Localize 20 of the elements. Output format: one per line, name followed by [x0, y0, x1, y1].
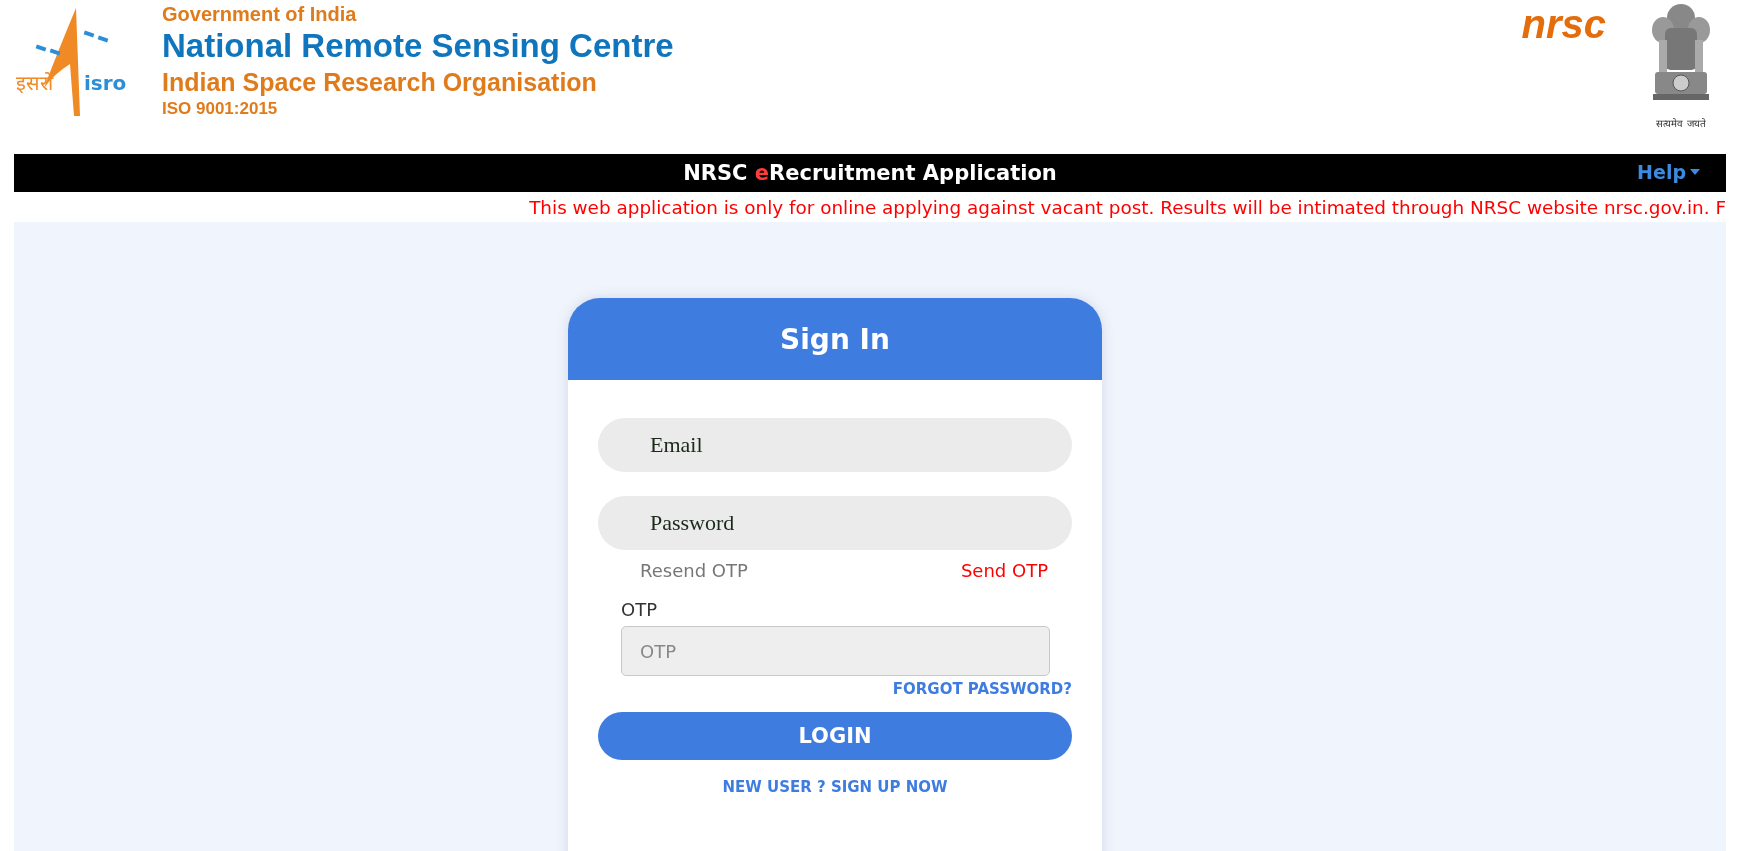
otp-field[interactable]: OTP	[621, 626, 1050, 676]
organisation-title: Indian Space Research Organisation	[162, 67, 598, 98]
forgot-password-link[interactable]: FORGOT PASSWORD?	[892, 680, 1072, 698]
app-title: NRSC eRecruitment Application	[683, 161, 1057, 185]
centre-title: National Remote Sensing Centre	[162, 26, 674, 66]
notice-text: This web application is only for online applying against vacant post. Results will be intimated through NRSC website nrsc.gov.in. F	[529, 196, 1726, 218]
certification-text: ISO 9001:2015	[162, 98, 279, 120]
otp-label: OTP	[621, 599, 659, 620]
login-button[interactable]: LOGIN	[598, 712, 1072, 760]
emblem-motto: सत्यमेव जयते	[1656, 117, 1706, 130]
government-title: Government of India	[162, 2, 358, 26]
send-otp-link[interactable]: Send OTP	[960, 560, 1048, 581]
password-field[interactable]: Password	[598, 496, 1072, 550]
card-title: Sign In	[568, 298, 1102, 380]
nrsc-logo: nrsc	[1521, 2, 1606, 46]
isro-logo: इसरो isro	[14, 4, 142, 124]
sign-up-link[interactable]: NEW USER ? SIGN UP NOW	[722, 778, 948, 796]
caret-icon	[1690, 169, 1700, 175]
help-menu[interactable]: Help	[1637, 161, 1700, 183]
email-field[interactable]: Email	[598, 418, 1072, 472]
